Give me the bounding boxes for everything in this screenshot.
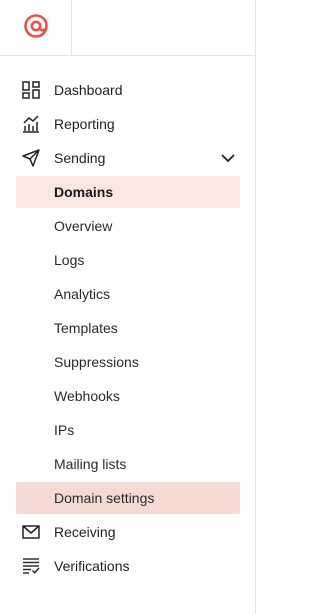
selection-highlight <box>16 448 240 480</box>
sidebar-subitem-label: Mailing lists <box>54 456 127 472</box>
sidebar-item-reporting[interactable]: Reporting <box>0 107 256 141</box>
selection-highlight <box>16 210 240 242</box>
sidebar-subitem-label: Domains <box>54 184 114 200</box>
sidebar-item-label: Dashboard <box>54 82 123 98</box>
sidebar-item-receiving[interactable]: Receiving <box>0 515 256 549</box>
selection-highlight <box>16 244 240 276</box>
sidebar-subitem-webhooks[interactable]: Webhooks <box>0 379 256 413</box>
sidebar-subitem-domain-settings[interactable]: Domain settings <box>0 481 256 515</box>
envelope-icon <box>22 523 40 541</box>
sidebar-subitem-ips[interactable]: IPs <box>0 413 256 447</box>
sidebar-item-label: Sending <box>54 150 106 166</box>
sidebar-subitem-templates[interactable]: Templates <box>0 311 256 345</box>
sidebar-header <box>0 0 255 56</box>
sidebar-subitem-label: Domain settings <box>54 490 155 506</box>
sidebar-item-label: Reporting <box>54 116 115 132</box>
bar-chart-icon <box>22 115 40 133</box>
selection-highlight <box>16 414 240 446</box>
sidebar-subitem-label: IPs <box>54 422 75 438</box>
sidebar-subitem-mailing-lists[interactable]: Mailing lists <box>0 447 256 481</box>
logo[interactable] <box>0 0 72 56</box>
chevron-down-icon[interactable] <box>220 150 236 166</box>
selection-highlight <box>16 278 240 310</box>
selection-highlight <box>16 380 240 412</box>
sidebar-subitem-suppressions[interactable]: Suppressions <box>0 345 256 379</box>
sidebar-subitem-label: Templates <box>54 320 118 336</box>
sidebar-subitem-label: Webhooks <box>54 388 120 404</box>
sidebar-subitem-analytics[interactable]: Analytics <box>0 277 256 311</box>
sidebar-item-label: Receiving <box>54 524 116 540</box>
selection-highlight <box>16 176 240 208</box>
sidebar-nav: Dashboard Reporting Sending Domains Over… <box>0 73 256 583</box>
sidebar-subitem-logs[interactable]: Logs <box>0 243 256 277</box>
sidebar-item-verifications[interactable]: Verifications <box>0 549 256 583</box>
dashboard-grid-icon <box>22 81 40 99</box>
sidebar-subitem-domains[interactable]: Domains <box>0 175 256 209</box>
checklist-icon <box>22 557 40 575</box>
sidebar-item-label: Verifications <box>54 558 130 574</box>
paper-plane-icon <box>22 149 40 167</box>
sidebar-item-dashboard[interactable]: Dashboard <box>0 73 256 107</box>
sidebar-item-sending[interactable]: Sending <box>0 141 256 175</box>
sidebar-subitem-label: Analytics <box>54 286 111 302</box>
selection-highlight <box>16 312 240 344</box>
sidebar-subitem-overview[interactable]: Overview <box>0 209 256 243</box>
sidebar: Dashboard Reporting Sending Domains Over… <box>0 0 256 614</box>
sidebar-subitem-label: Overview <box>54 218 113 234</box>
sidebar-subitem-label: Logs <box>54 252 85 268</box>
sidebar-subitem-label: Suppressions <box>54 354 139 370</box>
mailgun-at-logo-icon <box>23 13 49 44</box>
